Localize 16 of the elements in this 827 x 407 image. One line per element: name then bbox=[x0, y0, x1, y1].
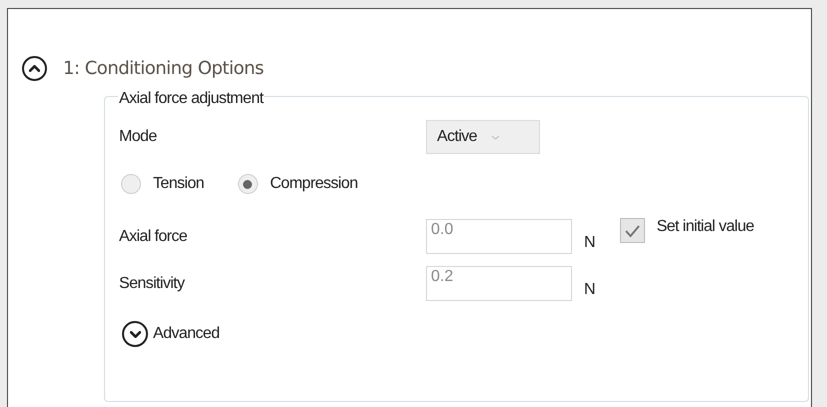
checkmark-icon bbox=[624, 224, 641, 238]
field-label: Mode bbox=[119, 127, 158, 147]
caret-icon bbox=[490, 134, 500, 140]
unit-label: N bbox=[584, 280, 596, 300]
group-title: Axial force adjustment bbox=[119, 90, 264, 107]
checkbox-label: Set initial value bbox=[656, 217, 754, 237]
chevron-up-icon bbox=[29, 64, 40, 72]
field-label: Sensitivity bbox=[119, 274, 186, 294]
chevron-down-icon bbox=[130, 330, 140, 338]
radio-button[interactable]: Compression bbox=[238, 172, 358, 196]
unit-label: N bbox=[584, 232, 596, 252]
field-label: Axial force bbox=[119, 226, 188, 246]
advanced-toggle[interactable]: Advanced bbox=[122, 321, 220, 347]
collapse-button[interactable] bbox=[22, 56, 47, 80]
section-title: 1: Conditioning Options bbox=[63, 56, 264, 80]
radio-button[interactable]: Tension bbox=[121, 172, 204, 196]
